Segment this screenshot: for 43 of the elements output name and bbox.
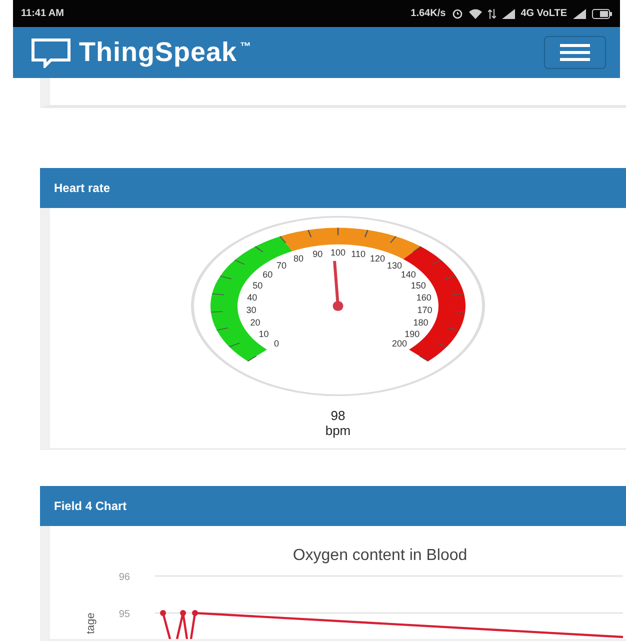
gauge-tick-label: 30 [246, 305, 256, 316]
panel-title: Field 4 Chart [54, 499, 127, 513]
wifi-icon [468, 8, 482, 18]
gauge-tick-label: 150 [410, 280, 426, 291]
gauge-tick-label: 130 [386, 260, 402, 270]
gauge-value: 98 [330, 408, 346, 423]
menu-button[interactable] [544, 36, 606, 69]
gauge-tick-label: 10 [258, 328, 269, 339]
data-arrows-icon [488, 8, 496, 18]
gauge-tick-label: 170 [417, 305, 432, 316]
gauge-tick-label: 70 [276, 260, 286, 270]
gauge-tick-label: 20 [250, 318, 260, 328]
y-axis-label: tage [85, 612, 97, 634]
gauge-tick-label: 0 [274, 338, 279, 349]
gauge-tick-label: 180 [413, 318, 428, 328]
gauge-tick-label: 160 [416, 292, 432, 303]
gauge-tick-label: 100 [330, 248, 346, 258]
gauge-tick-label: 90 [312, 249, 323, 260]
y-tick-label: 96 [118, 572, 130, 583]
signal-icon [502, 8, 515, 18]
network-speed: 1.64K/s [410, 8, 446, 19]
gauge-tick-label: 120 [370, 253, 386, 264]
gauge-tick-label: 40 [247, 292, 258, 303]
gauge-tick-label: 200 [392, 338, 408, 349]
gauge-tick-label: 60 [262, 270, 273, 280]
gauge-unit: bpm [325, 423, 351, 438]
gauge-tick-label: 190 [404, 328, 420, 339]
data-points [160, 610, 198, 616]
panel-title: Heart rate [54, 181, 110, 195]
gauge-needle [332, 260, 344, 312]
chat-bubble-icon [31, 38, 71, 68]
brand-logo[interactable]: ThingSpeak$^{™}$ [79, 37, 252, 68]
gauge-tick-label: 110 [351, 249, 366, 260]
gauge-tick-label: 50 [252, 280, 263, 291]
gauge-tick-label: 140 [400, 270, 416, 280]
signal-icon [573, 8, 586, 18]
battery-icon [592, 8, 612, 18]
y-tick-label: 95 [118, 609, 130, 620]
alarm-icon [452, 8, 463, 19]
chart-title: Oxygen content in Blood [292, 547, 468, 564]
gauge-tick-label: 80 [294, 253, 304, 264]
network-type: 4G VoLTE [520, 8, 567, 19]
clock-time: 11:41 AM [21, 8, 64, 19]
